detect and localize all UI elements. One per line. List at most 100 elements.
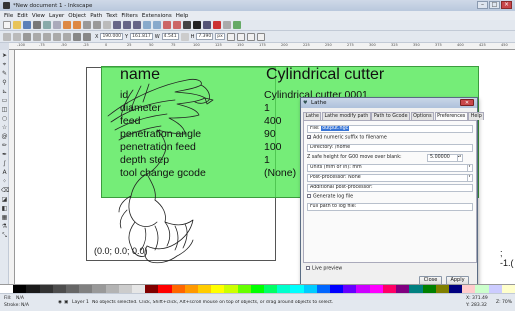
zoom-tool-icon[interactable]: ⚲ (1, 79, 8, 86)
zoom-selection-icon[interactable] (113, 21, 121, 29)
zoom-drawing-icon[interactable] (123, 21, 131, 29)
calligraphy-tool-icon[interactable]: ∫ (1, 160, 8, 167)
print-icon[interactable] (33, 21, 41, 29)
tweak-tool-icon[interactable]: ✎ (1, 70, 8, 77)
post-processor-select[interactable]: Post-processor: None ▾ (307, 174, 473, 182)
spray-tool-icon[interactable]: ⁘ (1, 178, 8, 185)
clone-icon[interactable] (153, 21, 161, 29)
connector-tool-icon[interactable]: ⤡ (1, 232, 8, 239)
menu-object[interactable]: Object (68, 13, 86, 19)
directory-field[interactable]: Directory: /home (307, 144, 473, 152)
fill-value[interactable]: N/A (16, 296, 24, 301)
group-icon[interactable] (163, 21, 171, 29)
tab-options[interactable]: Options (410, 112, 435, 120)
live-preview-checkbox[interactable]: Live preview (306, 266, 342, 272)
transform-gradients-icon[interactable] (246, 32, 255, 41)
unit-select[interactable]: px (215, 33, 225, 40)
menu-extensions[interactable]: Extensions (142, 13, 172, 19)
maximize-button[interactable]: □ (489, 1, 500, 9)
redo-icon[interactable] (73, 21, 81, 29)
tab-lathe-modify-path[interactable]: Lathe modify path (321, 112, 371, 120)
menu-view[interactable]: View (32, 13, 45, 19)
close-window-button[interactable]: × (501, 1, 512, 9)
flip-horizontal-icon[interactable] (53, 32, 61, 41)
ellipse-tool-icon[interactable]: ○ (1, 115, 8, 122)
tab-help[interactable]: Help (468, 112, 485, 120)
transform-patterns-icon[interactable] (256, 32, 265, 41)
pencil-tool-icon[interactable]: ✏ (1, 142, 8, 149)
raise-to-top-icon[interactable] (73, 32, 81, 41)
menu-help[interactable]: Help (176, 13, 189, 19)
minimize-button[interactable]: – (477, 1, 488, 9)
scale-corners-icon[interactable] (236, 32, 245, 41)
y-field[interactable]: 161.817 (130, 33, 153, 40)
dropdown-arrow-icon[interactable]: ▾ (467, 165, 471, 171)
menu-path[interactable]: Path (90, 13, 102, 19)
align-icon[interactable] (213, 21, 221, 29)
export-icon[interactable] (53, 21, 61, 29)
file-field[interactable]: File: output.ngc (307, 125, 473, 133)
star-tool-icon[interactable]: ☆ (1, 124, 8, 131)
3d-box-tool-icon[interactable]: ◫ (1, 106, 8, 113)
deselect-icon[interactable] (23, 32, 31, 41)
lock-ratio-icon[interactable] (180, 32, 189, 41)
mesh-tool-icon[interactable]: ▦ (1, 214, 8, 221)
preferences-icon[interactable] (223, 21, 231, 29)
duplicate-icon[interactable] (143, 21, 151, 29)
width-field[interactable]: 4.541 (161, 33, 179, 40)
x-field[interactable]: 190.000 (100, 33, 124, 40)
select-all-layers-icon[interactable] (13, 32, 21, 41)
paste-icon[interactable] (103, 21, 111, 29)
scale-stroke-icon[interactable] (226, 32, 235, 41)
dropper-tool-icon[interactable]: ⚗ (1, 223, 8, 230)
measure-tool-icon[interactable]: ⊾ (1, 88, 8, 95)
units-select[interactable]: Units (mm or in): mm ▾ (307, 164, 473, 172)
node-tool-icon[interactable]: ⌖ (1, 61, 8, 68)
menu-layer[interactable]: Layer (49, 13, 64, 19)
open-folder-icon[interactable] (13, 21, 21, 29)
pen-tool-icon[interactable]: ✒ (1, 151, 8, 158)
selector-tool-icon[interactable]: ➤ (1, 52, 8, 59)
fill-stroke-icon[interactable] (183, 21, 191, 29)
xml-editor-icon[interactable] (203, 21, 211, 29)
flip-vertical-icon[interactable] (63, 32, 71, 41)
bucket-tool-icon[interactable]: ◪ (1, 196, 8, 203)
checkbox-unchecked-icon[interactable] (307, 194, 311, 198)
text-font-icon[interactable] (193, 21, 201, 29)
copy-icon[interactable] (83, 21, 91, 29)
generate-log-checkbox[interactable]: Generate log file (307, 194, 353, 200)
dropdown-arrow-icon[interactable]: ▾ (467, 175, 471, 181)
add-suffix-checkbox[interactable]: ✓ Add numeric suffix to filename (307, 135, 387, 141)
checkbox-checked-icon[interactable]: ✓ (307, 135, 311, 140)
dialog-titlebar[interactable]: ♥ Lathe ✕ (301, 98, 477, 108)
cut-icon[interactable] (93, 21, 101, 29)
dialog-close-icon[interactable]: ✕ (460, 99, 474, 106)
ungroup-icon[interactable] (173, 21, 181, 29)
stroke-value[interactable]: N/A (21, 303, 29, 308)
rectangle-tool-icon[interactable]: ▭ (1, 97, 8, 104)
menu-file[interactable]: File (4, 13, 13, 19)
spin-arrows-icon[interactable]: ▴▾ (457, 155, 461, 161)
select-all-icon[interactable] (3, 32, 11, 41)
additional-post-processor-field[interactable]: Additional post-processor: (307, 184, 473, 192)
spiral-tool-icon[interactable]: @ (1, 133, 8, 140)
menu-text[interactable]: Text (106, 13, 117, 19)
lock-icon[interactable]: ▣ (64, 300, 68, 305)
text-tool-icon[interactable]: A (1, 169, 8, 176)
undo-icon[interactable] (63, 21, 71, 29)
rotate-cw-icon[interactable] (43, 32, 51, 41)
z-safe-spinbox[interactable]: 5.00000 ▴▾ (427, 154, 463, 162)
tab-preferences[interactable]: Preferences (434, 112, 468, 120)
eraser-tool-icon[interactable]: ⌫ (1, 187, 9, 194)
tab-lathe[interactable]: Lathe (303, 112, 322, 120)
log-path-field[interactable]: Full path to log file: (307, 203, 473, 211)
save-icon[interactable] (23, 21, 31, 29)
document-properties-icon[interactable] (233, 21, 241, 29)
menu-filters[interactable]: Filters (121, 13, 138, 19)
tab-path-to-gcode[interactable]: Path to Gcode (371, 112, 411, 120)
menu-edit[interactable]: Edit (17, 13, 28, 19)
zoom-level[interactable]: Z: 70% (496, 300, 512, 305)
rotate-ccw-icon[interactable] (33, 32, 41, 41)
height-field[interactable]: 7.390 (196, 33, 214, 40)
new-document-icon[interactable] (3, 21, 11, 29)
